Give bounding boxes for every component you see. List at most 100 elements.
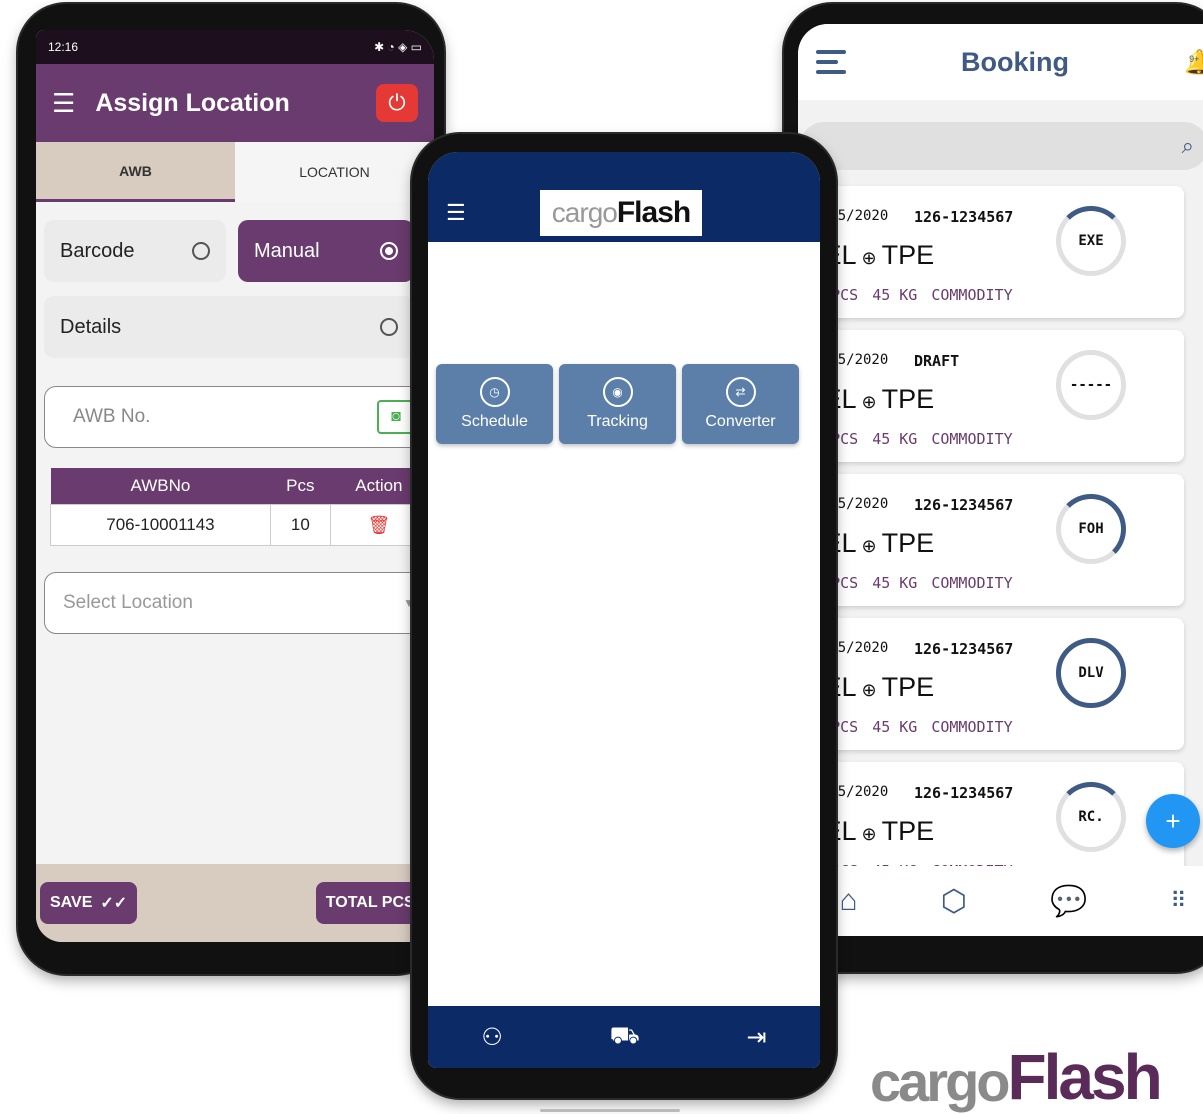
bottom-bar: SAVE ✓✓ TOTAL PCS-	[36, 864, 434, 942]
booking-card[interactable]: 22/05/2020126-1234567DEL ⊕ TPE11 PCS45 K…	[798, 186, 1184, 318]
logout-icon[interactable]: ⇥	[747, 1023, 767, 1052]
radio-icon	[380, 318, 398, 336]
tracking-tile[interactable]: ◉ Tracking	[559, 364, 676, 444]
manual-label: Manual	[254, 239, 320, 262]
booking-list: 22/05/2020126-1234567DEL ⊕ TPE11 PCS45 K…	[798, 186, 1184, 906]
radio-icon	[192, 242, 210, 260]
detail-commodity: COMMODITY	[931, 718, 1013, 736]
booking-awb-number: 126-1234567	[914, 208, 1014, 226]
destination-code: TPE	[881, 528, 935, 558]
schedule-label: Schedule	[461, 413, 528, 430]
route-arrow-icon: ⊕	[856, 248, 882, 268]
manual-option[interactable]: Manual	[238, 220, 414, 282]
status-time: 12:16	[48, 40, 79, 54]
booking-awb-number: 126-1234567	[914, 640, 1014, 658]
phone-booking: Booking 🔔9+ ⌕ 22/05/2020126-1234567DEL ⊕…	[784, 4, 1203, 972]
home-icon[interactable]: ⌂	[840, 884, 858, 918]
notification-badge: 9+	[1189, 53, 1200, 64]
tab-location[interactable]: LOCATION	[235, 142, 434, 202]
logo-text-light: cargo	[551, 197, 618, 228]
cell-awbno: 706-10001143	[50, 504, 271, 546]
booking-awb-number: DRAFT	[914, 352, 960, 370]
booking-card[interactable]: 22/05/2020126-1234567DEL ⊕ TPE11 PCS45 K…	[798, 474, 1184, 606]
menu-icon[interactable]: ☰	[52, 88, 75, 119]
detail-weight: 45 KG	[872, 286, 918, 304]
page-title: Booking	[961, 46, 1070, 77]
add-booking-button[interactable]: +	[1146, 794, 1200, 848]
detail-commodity: COMMODITY	[931, 430, 1013, 448]
tab-bar: AWB LOCATION	[36, 142, 434, 202]
booking-card[interactable]: 22/05/2020126-1234567DEL ⊕ TPE11 PCS45 K…	[798, 618, 1184, 750]
route-arrow-icon: ⊕	[856, 536, 882, 556]
detail-weight: 45 KG	[872, 574, 918, 592]
power-button[interactable]: ⏻	[376, 84, 418, 122]
route-arrow-icon: ⊕	[856, 392, 882, 412]
app-bar: Booking 🔔 9+	[798, 24, 1203, 100]
feature-tiles: ◷ Schedule ◉ Tracking ⇄ Converter	[436, 364, 799, 444]
search-icon[interactable]: ⌕	[1182, 133, 1194, 159]
trash-icon[interactable]: 🗑	[367, 515, 390, 535]
logo-text-bold: Flash	[616, 196, 691, 229]
search-bar[interactable]: ⌕	[800, 122, 1203, 170]
page-title: Assign Location	[95, 88, 290, 117]
save-button[interactable]: SAVE ✓✓	[40, 882, 138, 924]
gesture-bar	[540, 1109, 680, 1112]
schedule-tile[interactable]: ◷ Schedule	[436, 364, 553, 444]
awb-number-input[interactable]: AWB No. ◙	[44, 386, 426, 448]
grid-icon[interactable]: ⠿	[1170, 888, 1186, 914]
booking-awb-number: 126-1234567	[914, 784, 1014, 802]
brand-text-bold: Flash	[1007, 1041, 1163, 1113]
clock-icon: ◷	[479, 377, 510, 407]
camera-icon[interactable]: ◙	[377, 400, 415, 434]
header-pcs: Pcs	[270, 468, 331, 505]
table-row: 706-10001143 10 🗑	[50, 504, 429, 546]
route-arrow-icon: ⊕	[856, 680, 882, 700]
tracking-label: Tracking	[587, 413, 648, 430]
chat-icon[interactable]: 💬	[1050, 884, 1087, 919]
menu-icon[interactable]: ☰	[446, 200, 466, 226]
booking-card[interactable]: 22/05/2020DRAFTDEL ⊕ TPE11 PCS45 KGCOMMO…	[798, 330, 1184, 462]
awb-table: AWBNo Pcs Action 706-10001143 10 🗑	[50, 468, 429, 546]
truck-icon[interactable]: ⛟	[610, 1022, 640, 1052]
cell-pcs: 10	[269, 504, 331, 546]
cargoflash-brand-logo: cargo Flash	[870, 1040, 1163, 1114]
phone-cargoflash-home: ☰ cargo Flash ◷ Schedule ◉ Tracking ⇄ Con…	[412, 134, 836, 1112]
status-ring: -----	[1056, 350, 1126, 420]
status-ring: RC.	[1056, 782, 1126, 852]
converter-tile[interactable]: ⇄ Converter	[682, 364, 799, 444]
phone-assign-location: 12:16 ✱ ◔ ◈ ▭ ☰ Assign Location ⏻ AWB LO…	[18, 4, 444, 974]
brand-text-light: cargo	[870, 1050, 1010, 1113]
menu-icon[interactable]	[816, 50, 846, 74]
header-awbno: AWBNo	[50, 468, 271, 505]
barcode-label: Barcode	[60, 239, 135, 262]
route-arrow-icon: ⊕	[856, 824, 882, 844]
destination-code: TPE	[881, 240, 935, 270]
target-icon: ◉	[602, 377, 633, 407]
status-bar: 12:16 ✱ ◔ ◈ ▭	[36, 30, 434, 64]
power-icon: ⏻	[388, 90, 406, 115]
user-icon[interactable]: ⚇	[481, 1023, 503, 1052]
details-row: Details	[36, 282, 434, 358]
destination-code: TPE	[881, 816, 935, 846]
status-ring: FOH	[1056, 494, 1126, 564]
cargoflash-logo: cargo Flash	[540, 190, 702, 236]
status-ring: EXE	[1056, 206, 1126, 276]
details-option[interactable]: Details	[44, 296, 414, 358]
assign-location-screen: 12:16 ✱ ◔ ◈ ▭ ☰ Assign Location ⏻ AWB LO…	[36, 30, 434, 942]
destination-code: TPE	[881, 384, 935, 414]
tab-awb[interactable]: AWB	[36, 142, 235, 202]
box-icon[interactable]: ⬡	[941, 884, 967, 919]
booking-awb-number: 126-1234567	[914, 496, 1014, 514]
app-bar: ☰ Assign Location ⏻	[36, 64, 434, 142]
bottom-nav: ⌂ ⬡ 💬 ⠿	[798, 866, 1203, 936]
detail-weight: 45 KG	[872, 718, 918, 736]
home-screen: ☰ cargo Flash ◷ Schedule ◉ Tracking ⇄ Con…	[428, 152, 820, 1068]
radio-selected-icon	[380, 242, 398, 260]
save-label: SAVE	[50, 894, 93, 911]
converter-label: Converter	[705, 413, 776, 430]
select-location-dropdown[interactable]: Select Location ▼	[44, 572, 426, 634]
detail-weight: 45 KG	[872, 430, 918, 448]
bottom-nav: ⚇ ⛟ ⇥	[428, 1006, 820, 1068]
notification-bell-icon[interactable]: 🔔 9+	[1184, 48, 1203, 77]
barcode-option[interactable]: Barcode	[44, 220, 226, 282]
